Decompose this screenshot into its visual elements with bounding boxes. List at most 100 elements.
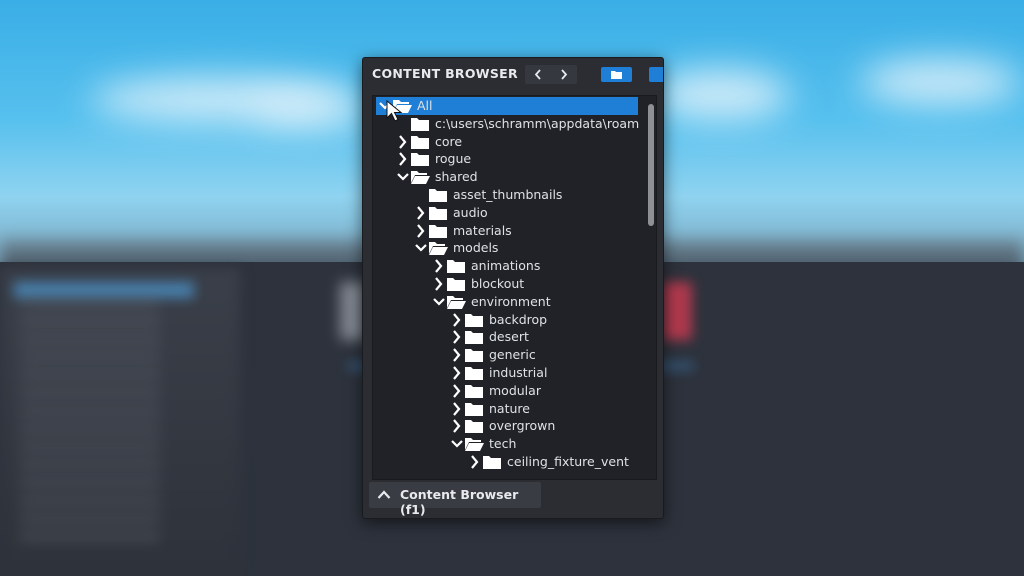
tree-row-label: blockout [471, 276, 525, 291]
folder-icon [465, 349, 483, 363]
folder-icon [465, 313, 483, 327]
tree-row-label: industrial [489, 365, 548, 380]
tree-row-environment[interactable]: environment [373, 293, 643, 311]
tree-row-modular[interactable]: modular [373, 382, 643, 400]
tree-row-shared[interactable]: shared [373, 168, 643, 186]
content-browser-panel: CONTENT BROWSER ceiling_fixture_vent tech… [362, 57, 664, 519]
tree-row-label: animations [471, 258, 541, 274]
content-browser-tab[interactable]: Content Browser (f1) [369, 482, 541, 517]
extra-toolbar-button[interactable] [649, 67, 663, 82]
cloud [650, 70, 790, 120]
panel-header: CONTENT BROWSER [363, 58, 663, 90]
chevron-right-icon[interactable] [451, 417, 463, 435]
tree-row-label: backdrop [489, 311, 548, 327]
tree-row-asset-thumbnails[interactable]: asset_thumbnails [373, 186, 643, 204]
folder-icon [447, 260, 465, 274]
tree-row-label: nature [489, 400, 530, 416]
tree-row-label: tech [489, 436, 517, 452]
tree-row-label: models [453, 240, 499, 256]
folder-open-icon [447, 295, 466, 309]
cloud [860, 60, 1020, 104]
tree-row-label: generic [489, 347, 536, 363]
chevron-right-icon[interactable] [397, 150, 409, 168]
folder-icon [611, 71, 622, 79]
tree-row-label: ceiling_fixture_vent [507, 454, 629, 469]
nav-buttons [525, 65, 577, 84]
mouse-cursor-icon [386, 100, 403, 122]
chevron-right-icon[interactable] [451, 382, 463, 400]
tree-row-label: All [417, 98, 433, 113]
tree-row-c-users-schramm-appdata-roam[interactable]: c:\users\schramm\appdata\roam [373, 115, 643, 133]
tree-row-generic[interactable]: generic [373, 346, 643, 364]
chevron-right-icon[interactable] [451, 400, 463, 418]
chevron-right-icon[interactable] [451, 311, 463, 329]
chevron-right-icon[interactable] [415, 222, 427, 240]
tree-row-label: core [435, 133, 463, 149]
cloud [250, 95, 370, 125]
chevron-right-icon[interactable] [451, 346, 463, 364]
chevron-right-icon[interactable] [469, 453, 481, 471]
folder-icon [429, 206, 447, 220]
tree-row-label: audio [453, 204, 488, 220]
folder-icon [465, 331, 483, 345]
tree-row-backdrop[interactable]: backdrop [373, 311, 643, 329]
tree-row-animations[interactable]: animations [373, 257, 643, 275]
tree-row-all[interactable]: All [376, 97, 638, 115]
panel-title: CONTENT BROWSER [372, 66, 518, 81]
tree-row-tech[interactable]: tech [373, 435, 643, 453]
folder-icon [429, 224, 447, 238]
folder-view-button[interactable] [601, 67, 632, 82]
folder-icon [483, 456, 501, 469]
tree-row-desert[interactable]: desert [373, 328, 643, 346]
tree-row-industrial[interactable]: industrial [373, 364, 643, 382]
tree-row-rogue[interactable]: rogue [373, 150, 643, 168]
blurred-red-object [662, 282, 692, 340]
blurred-list [20, 300, 160, 540]
chevron-down-icon[interactable] [433, 293, 445, 311]
tree-row-label: shared [435, 169, 478, 185]
folder-icon [465, 384, 483, 398]
blurred-highlight [14, 282, 194, 298]
folder-icon [465, 420, 483, 434]
folder-icon [411, 153, 429, 167]
folder-icon [411, 117, 429, 131]
tree-row-label: asset_thumbnails [453, 187, 563, 202]
chevron-down-icon[interactable] [397, 168, 409, 186]
scrollbar-thumb[interactable] [648, 104, 654, 226]
folder-icon [429, 189, 447, 202]
folder-open-icon [411, 171, 430, 185]
back-button[interactable] [528, 67, 548, 82]
chevron-down-icon[interactable] [451, 435, 463, 453]
folder-icon [465, 367, 483, 380]
tree-row-label: environment [471, 293, 551, 309]
chevron-right-icon[interactable] [433, 275, 445, 293]
tree-row-ceiling-fixture-vent[interactable]: ceiling_fixture_vent [373, 453, 643, 471]
chevron-right-icon[interactable] [451, 328, 463, 346]
folder-open-icon [429, 242, 448, 256]
chevron-down-icon[interactable] [415, 239, 427, 257]
tree-row-label: rogue [435, 151, 472, 167]
forward-button[interactable] [554, 67, 574, 82]
tree-row-label: desert [489, 329, 529, 345]
chevron-right-icon[interactable] [397, 133, 409, 151]
chevron-right-icon [561, 69, 568, 80]
tree-row-materials[interactable]: materials [373, 222, 643, 240]
chevron-left-icon [534, 69, 541, 80]
tree-row-core[interactable]: core [373, 133, 643, 151]
chevron-up-icon [377, 490, 391, 499]
tree-row-audio[interactable]: audio [373, 204, 643, 222]
chevron-right-icon[interactable] [451, 364, 463, 382]
tree-row-label: overgrown [489, 418, 556, 434]
folder-icon [411, 135, 429, 149]
scrollbar[interactable] [647, 96, 655, 479]
folder-tree: ceiling_fixture_vent tech overgrown nature m… [372, 95, 657, 480]
tree-row-nature[interactable]: nature [373, 400, 643, 418]
content-browser-tab-label: Content Browser (f1) [400, 487, 519, 517]
tree-row-models[interactable]: models [373, 239, 643, 257]
tree-row-label: c:\users\schramm\appdata\roam [435, 115, 640, 131]
chevron-right-icon[interactable] [433, 257, 445, 275]
tree-row-overgrown[interactable]: overgrown [373, 417, 643, 435]
chevron-right-icon[interactable] [415, 204, 427, 222]
tree-row-blockout[interactable]: blockout [373, 275, 643, 293]
folder-open-icon [465, 438, 484, 452]
